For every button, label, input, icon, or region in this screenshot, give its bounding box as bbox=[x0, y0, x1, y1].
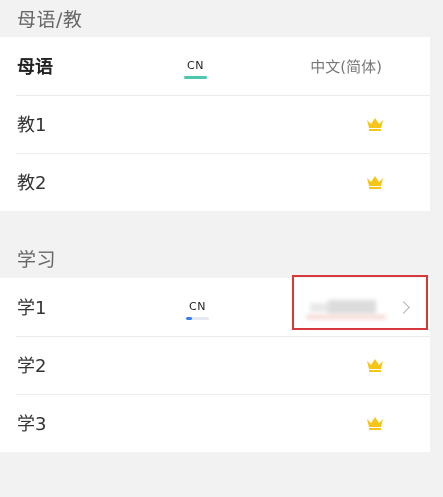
learn-2-row[interactable]: 学2 bbox=[0, 336, 430, 394]
lang-underline bbox=[184, 76, 207, 79]
teach-1-label: 教1 bbox=[17, 115, 47, 136]
native-section-header: 母语/教 bbox=[17, 9, 83, 31]
learn-progress-fill bbox=[186, 317, 192, 320]
learn-progress-bar bbox=[186, 317, 209, 320]
crown-icon bbox=[367, 359, 383, 372]
native-language-row[interactable]: 母语 CN 中文(简体) bbox=[0, 37, 430, 95]
native-language-value: 中文(简体) bbox=[310, 57, 382, 76]
crown-icon bbox=[367, 417, 383, 430]
native-language-card: 母语 CN 中文(简体) 教1 教2 bbox=[0, 37, 430, 211]
lang-code: CN bbox=[189, 300, 206, 313]
teach-2-label: 教2 bbox=[17, 173, 47, 194]
lang-code: CN bbox=[187, 59, 204, 72]
crown-icon bbox=[367, 176, 383, 189]
teach-2-row[interactable]: 教2 bbox=[0, 153, 430, 211]
native-language-badge: CN bbox=[184, 60, 207, 79]
highlight-box bbox=[292, 275, 428, 330]
learn-2-label: 学2 bbox=[17, 356, 47, 377]
teach-1-row[interactable]: 教1 bbox=[0, 95, 430, 153]
learn-section-header: 学习 bbox=[17, 249, 57, 271]
native-language-label: 母语 bbox=[17, 57, 53, 78]
learn-3-label: 学3 bbox=[17, 414, 47, 435]
learn-3-row[interactable]: 学3 bbox=[0, 394, 430, 452]
crown-icon bbox=[367, 118, 383, 131]
learn-1-label: 学1 bbox=[17, 298, 47, 319]
learn-language-badge: CN bbox=[186, 301, 209, 320]
